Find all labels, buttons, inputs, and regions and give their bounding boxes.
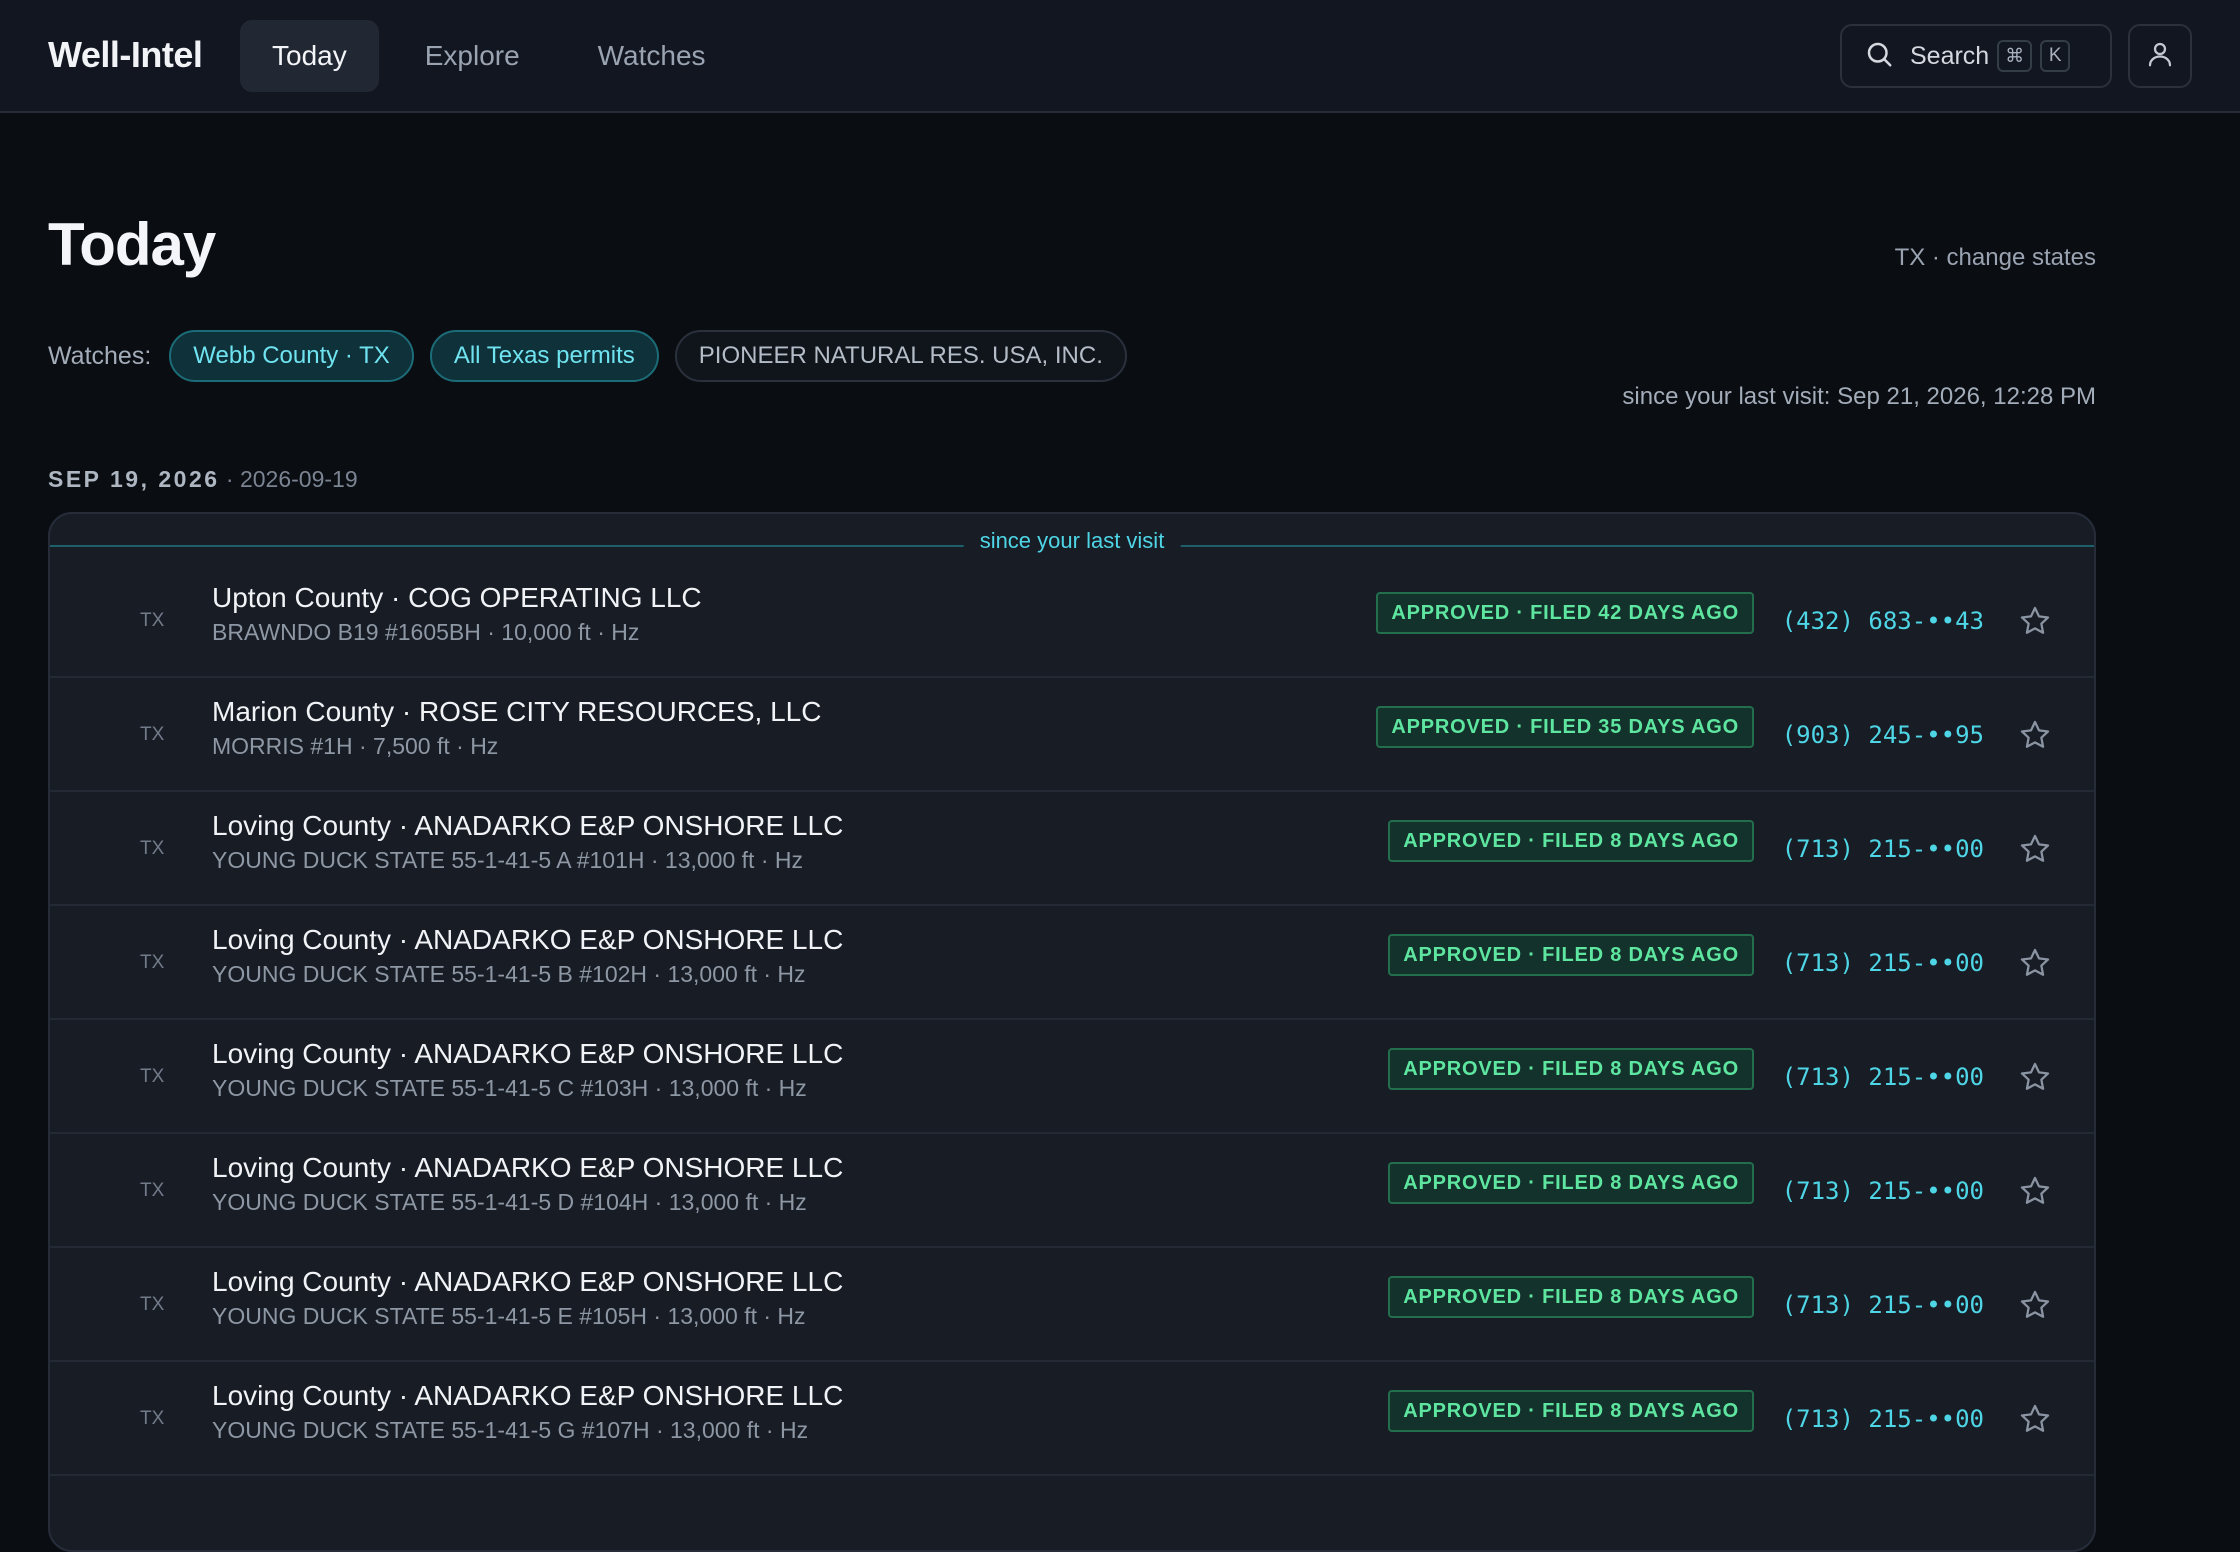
operator-phone[interactable]: (432) 683-••43: [1782, 564, 1984, 678]
watches-label: Watches:: [48, 341, 152, 370]
row-state-code: TX: [140, 838, 165, 859]
star-icon[interactable]: [2018, 604, 2052, 638]
star-icon[interactable]: [2018, 946, 2052, 980]
row-state-code: TX: [140, 952, 165, 973]
brand-logo[interactable]: Well-Intel: [48, 34, 203, 76]
row-subtitle: YOUNG DUCK STATE 55-1-41-5 D #104H · 13,…: [212, 1189, 807, 1215]
star-icon[interactable]: [2018, 832, 2052, 866]
row-title: Upton County · COG OPERATING LLC: [212, 582, 702, 613]
row-state-code: TX: [140, 610, 165, 631]
status-badge: APPROVED · FILED 8 DAYS AGO: [1388, 1390, 1754, 1432]
permit-row[interactable]: TX Loving County · ANADARKO E&P ONSHORE L…: [50, 1362, 2094, 1476]
row-subtitle: YOUNG DUCK STATE 55-1-41-5 A #101H · 13,…: [212, 847, 803, 873]
row-subtitle: YOUNG DUCK STATE 55-1-41-5 B #102H · 13,…: [212, 961, 806, 987]
change-states-link[interactable]: TX · change states: [1895, 244, 2096, 272]
status-badge: APPROVED · FILED 8 DAYS AGO: [1388, 1048, 1754, 1090]
last-visit-timestamp: since your last visit: Sep 21, 2026, 12:…: [1622, 383, 2096, 410]
status-badge: APPROVED · FILED 35 DAYS AGO: [1376, 706, 1754, 748]
row-title: Loving County · ANADARKO E&P ONSHORE LLC: [212, 1038, 844, 1069]
status-badge: APPROVED · FILED 8 DAYS AGO: [1388, 1276, 1754, 1318]
row-state-code: TX: [140, 1408, 165, 1429]
row-subtitle: YOUNG DUCK STATE 55-1-41-5 C #103H · 13,…: [212, 1075, 807, 1101]
operator-phone[interactable]: (903) 245-••95: [1782, 678, 1984, 792]
row-subtitle: YOUNG DUCK STATE 55-1-41-5 G #107H · 13,…: [212, 1417, 809, 1443]
date-group-heading: SEP 19, 2026 · 2026-09-19: [48, 466, 358, 493]
date-group-label: SEP 19, 2026: [48, 466, 220, 492]
permit-row[interactable]: TX Loving County · ANADARKO E&P ONSHORE L…: [50, 1248, 2094, 1362]
row-state-code: TX: [140, 1294, 165, 1315]
permit-row[interactable]: TX Marion County · ROSE CITY RESOURCES, L…: [50, 678, 2094, 792]
status-badge: APPROVED · FILED 8 DAYS AGO: [1388, 934, 1754, 976]
nav-tab-explore[interactable]: Explore: [393, 20, 552, 92]
operator-phone[interactable]: (713) 215-••00: [1782, 1134, 1984, 1248]
operator-phone[interactable]: (713) 215-••00: [1782, 1020, 1984, 1134]
operator-phone[interactable]: (713) 215-••00: [1782, 1248, 1984, 1362]
nav-tab-watches[interactable]: Watches: [566, 20, 738, 92]
nav-tab-today[interactable]: Today: [240, 20, 379, 92]
shortcut-key-k: K: [2040, 40, 2071, 72]
permit-list-card: since your last visit TX Upton County · C…: [48, 512, 2096, 1552]
permit-row[interactable]: TX Loving County · ANADARKO E&P ONSHORE L…: [50, 792, 2094, 906]
row-title: Loving County · ANADARKO E&P ONSHORE LLC: [212, 1152, 844, 1183]
status-badge: APPROVED · FILED 42 DAYS AGO: [1376, 592, 1754, 634]
row-subtitle: BRAWNDO B19 #1605BH · 10,000 ft · Hz: [212, 619, 640, 645]
star-icon[interactable]: [2018, 1174, 2052, 1208]
status-badge: APPROVED · FILED 8 DAYS AGO: [1388, 820, 1754, 862]
permit-row[interactable]: TX Loving County · ANADARKO E&P ONSHORE L…: [50, 1134, 2094, 1248]
row-state-code: TX: [140, 724, 165, 745]
watch-chip-webb-county[interactable]: Webb County · TX: [169, 330, 414, 382]
permit-rows: TX Upton County · COG OPERATING LLC BRAWND…: [50, 564, 2094, 1476]
shortcut-key-cmd: ⌘: [1997, 40, 2033, 72]
watches-bar: Watches: Webb County · TX All Texas perm…: [48, 330, 1127, 382]
star-icon[interactable]: [2018, 1402, 2052, 1436]
row-subtitle: MORRIS #1H · 7,500 ft · Hz: [212, 733, 499, 759]
since-last-visit-divider: since your last visit: [50, 514, 2094, 564]
row-state-code: TX: [140, 1180, 165, 1201]
user-icon: [2145, 39, 2175, 74]
permit-row[interactable]: TX Loving County · ANADARKO E&P ONSHORE L…: [50, 906, 2094, 1020]
main-nav: Today Explore Watches: [240, 20, 738, 92]
search-icon: [1864, 39, 1894, 74]
row-subtitle: YOUNG DUCK STATE 55-1-41-5 E #105H · 13,…: [212, 1303, 806, 1329]
star-icon[interactable]: [2018, 1288, 2052, 1322]
operator-phone[interactable]: (713) 215-••00: [1782, 792, 1984, 906]
star-icon[interactable]: [2018, 718, 2052, 752]
row-title: Loving County · ANADARKO E&P ONSHORE LLC: [212, 810, 844, 841]
permit-row[interactable]: TX Loving County · ANADARKO E&P ONSHORE L…: [50, 1020, 2094, 1134]
watch-chip-all-texas[interactable]: All Texas permits: [429, 330, 659, 382]
row-title: Marion County · ROSE CITY RESOURCES, LLC: [212, 696, 822, 727]
row-title: Loving County · ANADARKO E&P ONSHORE LLC: [212, 924, 844, 955]
top-navigation-bar: Well-Intel Today Explore Watches Search …: [0, 0, 2240, 113]
watch-chip-pioneer[interactable]: PIONEER NATURAL RES. USA, INC.: [674, 330, 1127, 382]
divider-label: since your last visit: [963, 528, 1181, 554]
permit-row[interactable]: TX Upton County · COG OPERATING LLC BRAWND…: [50, 564, 2094, 678]
operator-phone[interactable]: (713) 215-••00: [1782, 906, 1984, 1020]
search-button[interactable]: Search ⌘ K: [1840, 24, 2112, 88]
user-menu-button[interactable]: [2128, 24, 2192, 88]
date-group-iso: · 2026-09-19: [225, 466, 358, 492]
status-badge: APPROVED · FILED 8 DAYS AGO: [1388, 1162, 1754, 1204]
row-title: Loving County · ANADARKO E&P ONSHORE LLC: [212, 1266, 844, 1297]
row-state-code: TX: [140, 1066, 165, 1087]
search-label: Search: [1910, 41, 1990, 70]
page-title: Today: [48, 211, 216, 278]
operator-phone[interactable]: (713) 215-••00: [1782, 1362, 1984, 1476]
row-title: Loving County · ANADARKO E&P ONSHORE LLC: [212, 1380, 844, 1411]
star-icon[interactable]: [2018, 1060, 2052, 1094]
